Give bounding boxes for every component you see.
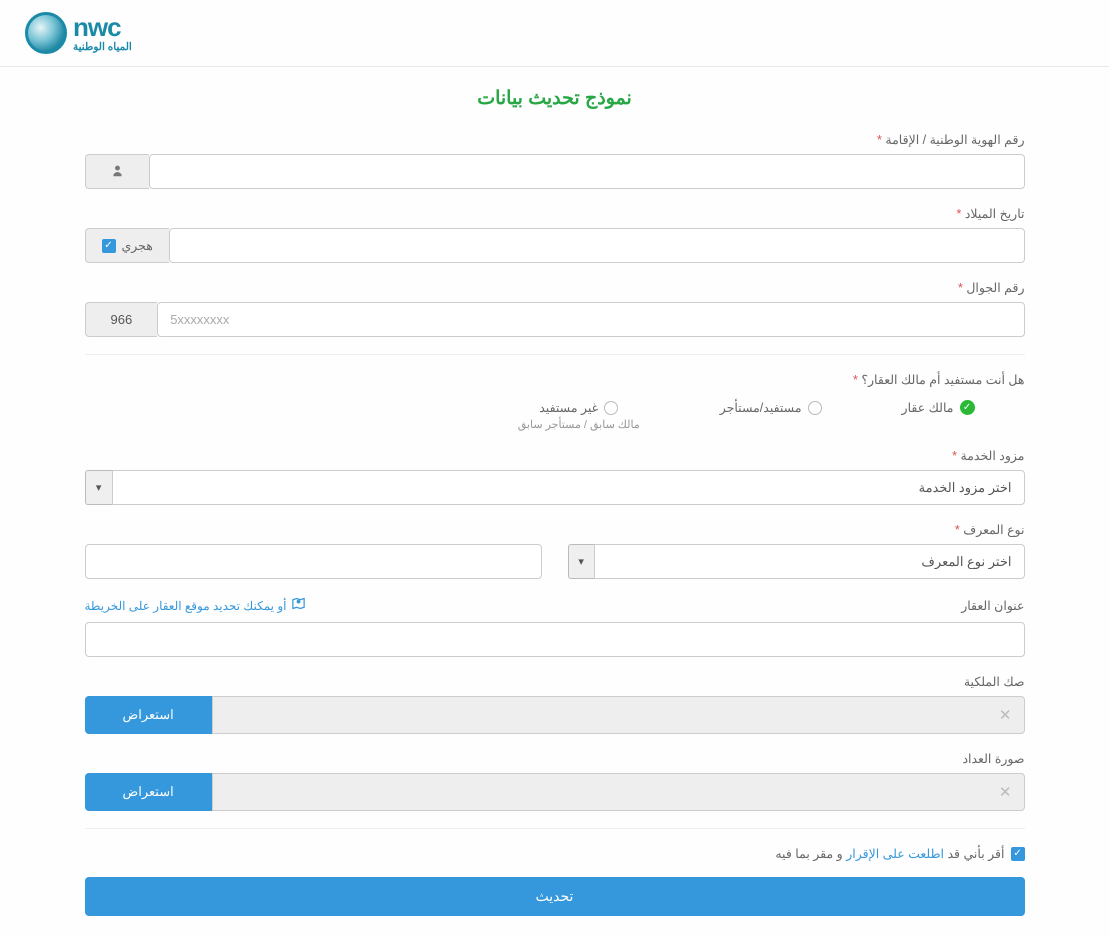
radio-icon <box>604 401 618 415</box>
mobile-label: رقم الجوال * <box>85 280 1025 295</box>
divider <box>85 354 1025 355</box>
logo: nwc المياه الوطنية <box>25 12 132 54</box>
map-link[interactable]: أو يمكنك تحديد موقع العقار على الخريطة <box>85 596 307 615</box>
close-icon[interactable]: ✕ <box>999 783 1012 801</box>
person-icon <box>111 164 124 180</box>
check-circle-icon: ✓ <box>960 400 975 415</box>
divider <box>85 828 1025 829</box>
mobile-input[interactable] <box>157 302 1024 337</box>
identity-input[interactable] <box>149 154 1025 189</box>
logo-subtitle: المياه الوطنية <box>73 41 132 53</box>
deed-label: صك الملكية <box>85 674 1025 689</box>
identity-addon <box>85 154 149 189</box>
ack-checkbox[interactable]: ✓ <box>1011 847 1025 861</box>
idtype-label: نوع المعرف * <box>85 522 1025 537</box>
deed-browse-button[interactable]: استعراض <box>85 696 212 734</box>
logo-brand: nwc <box>73 14 121 40</box>
submit-button[interactable]: تحديث <box>85 877 1025 916</box>
meter-file-display[interactable]: ✕ <box>212 773 1025 811</box>
meter-browse-button[interactable]: استعراض <box>85 773 212 811</box>
birthdate-input[interactable] <box>169 228 1025 263</box>
hijri-checkbox-icon: ✓ <box>102 239 116 253</box>
meter-label: صورة العداد <box>85 751 1025 766</box>
radio-nonbeneficiary[interactable]: غير مستفيد مالك سابق / مستأجر سابق <box>518 400 640 431</box>
chevron-down-icon: ▾ <box>85 470 112 505</box>
radio-beneficiary[interactable]: مستفيد/مستأجر <box>720 400 822 431</box>
birthdate-label: تاريخ الميلاد * <box>85 206 1025 221</box>
idtype-select[interactable]: اختر نوع المعرف <box>594 544 1025 579</box>
address-input[interactable] <box>85 622 1025 657</box>
hijri-checkbox-wrap[interactable]: ✓ هجري <box>85 228 169 263</box>
mobile-prefix: 966 <box>85 302 158 337</box>
header: nwc المياه الوطنية <box>0 0 1109 67</box>
radio-icon <box>808 401 822 415</box>
chevron-down-icon: ▾ <box>568 544 594 579</box>
provider-select[interactable]: اختر مزود الخدمة <box>112 470 1025 505</box>
radio-nonbenef-sub: مالك سابق / مستأجر سابق <box>518 418 640 431</box>
identifier-value-input[interactable] <box>85 544 542 579</box>
map-pin-icon <box>291 596 306 615</box>
provider-label: مزود الخدمة * <box>85 448 1025 463</box>
address-label: عنوان العقار <box>961 598 1024 613</box>
radio-owner[interactable]: ✓ مالك عقار <box>902 400 975 431</box>
hijri-label: هجري <box>122 238 153 253</box>
deed-file-display[interactable]: ✕ <box>212 696 1025 734</box>
close-icon[interactable]: ✕ <box>999 706 1012 724</box>
logo-sphere-icon <box>25 12 67 54</box>
page-title: نموذج تحديث بيانات <box>85 87 1025 110</box>
identity-label: رقم الهوية الوطنية / الإقامة * <box>85 132 1025 147</box>
role-question: هل أنت مستفيد أم مالك العقار؟ * <box>85 372 1025 387</box>
